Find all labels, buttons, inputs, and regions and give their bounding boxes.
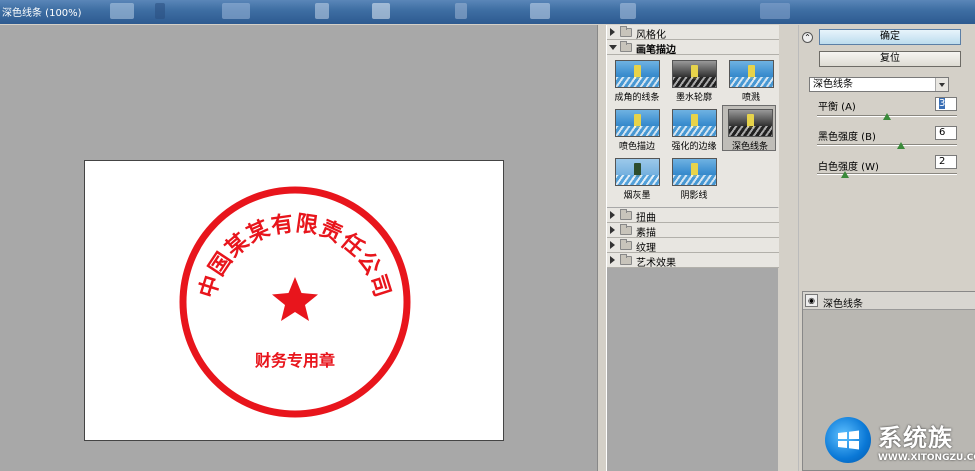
category-sketch[interactable]: 素描 — [607, 223, 779, 239]
taskbar-decoration — [372, 3, 390, 19]
thumb-spatter[interactable]: 喷溅 — [724, 57, 778, 103]
taskbar-decoration — [110, 3, 134, 19]
category-brush-strokes[interactable]: 画笔描边 — [607, 40, 779, 56]
thumbnail-image — [615, 60, 660, 88]
ok-button[interactable]: 确定 — [819, 29, 961, 45]
thumb-crosshatch[interactable]: 阴影线 — [667, 155, 721, 201]
windows-logo-icon — [825, 417, 871, 463]
taskbar-decoration — [155, 3, 165, 19]
taskbar-decoration — [620, 3, 636, 19]
thumb-accented-edges[interactable]: 强化的边缘 — [667, 106, 721, 152]
preview-area[interactable]: 中国某某有限责任公司 财务专用章 — [0, 25, 598, 471]
taskbar-decoration — [760, 3, 790, 19]
collapse-arrow-icon — [609, 45, 617, 50]
title-bar: 深色线条 (100%) — [0, 0, 975, 24]
thumbnail-label: 烟灰墨 — [623, 191, 651, 201]
black-intensity-slider[interactable] — [817, 142, 957, 150]
taskbar-decoration — [315, 3, 329, 19]
preview-canvas: 中国某某有限责任公司 财务专用章 — [84, 160, 504, 441]
thumbnail-label: 成角的线条 — [614, 93, 660, 103]
thumbnail-label: 深色线条 — [731, 142, 768, 152]
category-label: 艺术效果 — [636, 258, 676, 269]
folder-icon — [620, 239, 632, 250]
slider-knob[interactable] — [883, 113, 891, 120]
thumbnail-image — [615, 109, 660, 137]
taskbar-decoration — [455, 3, 467, 19]
chevron-down-icon — [935, 78, 948, 91]
splitter[interactable] — [598, 25, 606, 471]
stamp-bottom-text: 财务专用章 — [254, 351, 335, 370]
white-intensity-slider[interactable] — [817, 171, 957, 179]
thumbnail-image — [672, 109, 717, 137]
layer-name: 深色线条 — [823, 299, 863, 310]
folder-icon — [620, 209, 632, 220]
category-label: 画笔描边 — [636, 45, 676, 56]
thumb-sprayed-strokes[interactable]: 喷色描边 — [610, 106, 664, 152]
thumbnail-grid: 成角的线条 墨水轮廓 喷溅 喷色描边 强化的边缘 深色线条 烟灰墨 阴影线 — [607, 55, 779, 207]
white-intensity-input[interactable]: 2 — [935, 155, 957, 169]
folder-icon — [620, 26, 632, 37]
thumbnail-image — [672, 60, 717, 88]
folder-icon — [620, 224, 632, 235]
slider-knob[interactable] — [897, 142, 905, 149]
thumbnail-image — [615, 158, 660, 186]
watermark-url: WWW.XITONGZU.COM — [878, 453, 975, 463]
thumb-angled-strokes[interactable]: 成角的线条 — [610, 57, 664, 103]
param-label-black-intensity: 黑色强度 (B) — [818, 132, 876, 143]
window-title: 深色线条 (100%) — [2, 8, 82, 19]
category-stylize[interactable]: 风格化 — [607, 25, 779, 41]
watermark-brand: 系统族 — [878, 424, 953, 452]
settings-panel: ⌃ 确定 复位 深色线条 平衡 (A) 3 黑色强度 (B) 6 白色强度 (W… — [798, 25, 975, 471]
eye-icon[interactable]: ◉ — [805, 294, 818, 307]
category-label: 素描 — [636, 228, 656, 239]
watermark: 系统族 WWW.XITONGZU.COM — [822, 412, 975, 471]
thumbnail-label: 墨水轮廓 — [675, 93, 712, 103]
folder-icon — [620, 254, 632, 265]
expand-arrow-icon — [610, 256, 615, 264]
stamp-star — [272, 277, 318, 321]
thumbnail-label: 喷色描边 — [618, 142, 655, 152]
reset-button[interactable]: 复位 — [819, 51, 961, 67]
folder-icon — [620, 41, 632, 52]
category-artistic[interactable]: 艺术效果 — [607, 253, 779, 269]
thumb-dark-strokes[interactable]: 深色线条 — [722, 105, 776, 152]
expand-arrow-icon — [610, 241, 615, 249]
thumbnail-label: 喷溅 — [741, 93, 760, 103]
balance-input[interactable]: 3 — [935, 97, 957, 111]
expand-arrow-icon — [610, 226, 615, 234]
thumbnail-image — [672, 158, 717, 186]
filter-select[interactable]: 深色线条 — [809, 77, 949, 92]
stamp-image: 中国某某有限责任公司 财务专用章 — [179, 186, 411, 418]
param-label-balance: 平衡 (A) — [818, 102, 856, 113]
filter-select-value: 深色线条 — [813, 79, 853, 90]
thumb-sumi-e[interactable]: 烟灰墨 — [610, 155, 664, 201]
thumb-ink-outlines[interactable]: 墨水轮廓 — [667, 57, 721, 103]
category-label: 扭曲 — [636, 213, 656, 224]
taskbar-decoration — [530, 3, 550, 19]
slider-knob[interactable] — [841, 171, 849, 178]
taskbar-decoration — [222, 3, 250, 19]
expand-arrow-icon — [610, 28, 615, 36]
thumbnail-image — [728, 109, 773, 137]
balance-slider[interactable] — [817, 113, 957, 121]
black-intensity-input[interactable]: 6 — [935, 126, 957, 140]
category-label: 纹理 — [636, 243, 656, 254]
expand-arrow-icon — [610, 211, 615, 219]
collapse-gallery-icon[interactable]: ⌃ — [802, 32, 813, 43]
thumbnail-image — [729, 60, 774, 88]
category-label: 风格化 — [636, 30, 666, 41]
thumbnail-label: 阴影线 — [680, 191, 708, 201]
category-texture[interactable]: 纹理 — [607, 238, 779, 254]
thumbnail-label: 强化的边缘 — [671, 142, 717, 152]
filter-gallery: 风格化 画笔描边 成角的线条 墨水轮廓 喷溅 喷色描边 强化的边缘 深色线条 烟… — [606, 25, 779, 471]
category-distort[interactable]: 扭曲 — [607, 208, 779, 224]
effect-layer-row[interactable]: ◉ 深色线条 — [803, 292, 975, 310]
